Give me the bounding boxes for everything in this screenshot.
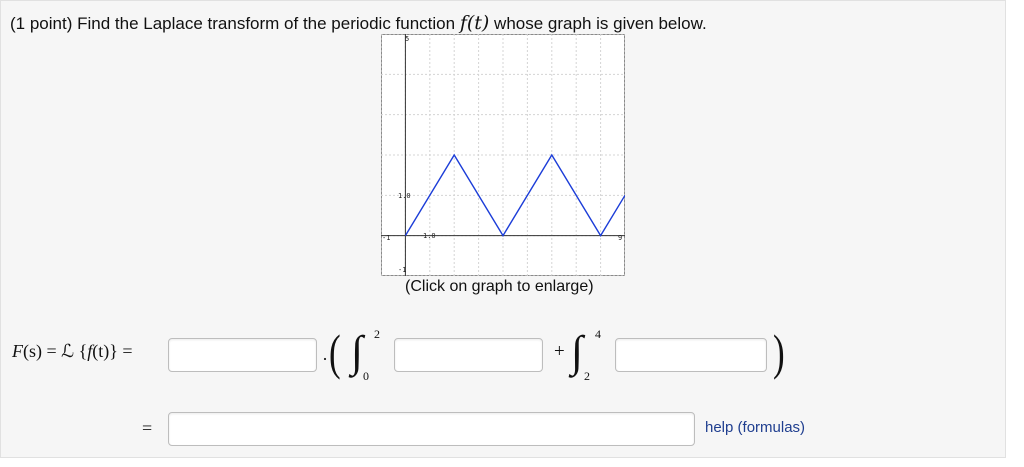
- laplace-symbol: ℒ: [61, 341, 75, 361]
- brace-open: {: [74, 341, 88, 361]
- integral1-lower-limit: 0: [363, 369, 369, 383]
- multiply-dot: ·: [322, 349, 328, 369]
- brace-close: }: [109, 341, 118, 361]
- big-paren-close: ): [773, 324, 785, 380]
- integral-sign-2: ∫: [571, 327, 584, 376]
- equals-sign: =: [42, 341, 62, 361]
- equals-sign-row2: =: [142, 418, 153, 438]
- integral2-upper-limit: 4: [595, 327, 601, 341]
- points-label: (1 point): [10, 14, 73, 33]
- big-paren-open: (: [329, 324, 341, 380]
- x-right-label: 9: [618, 234, 622, 242]
- graph-enlarge-link[interactable]: 5 1.0 1.0 -1 9 -1: [381, 34, 625, 276]
- t-argument: (t): [92, 341, 110, 361]
- graph-caption: (Click on graph to enlarge): [405, 278, 594, 295]
- integral-sign-1: ∫: [351, 327, 364, 376]
- s-argument: (s): [23, 341, 42, 361]
- F-symbol: F: [12, 341, 23, 361]
- factor-input[interactable]: [168, 338, 317, 372]
- periodic-function-graph[interactable]: 5 1.0 1.0 -1 9 -1: [381, 34, 625, 276]
- prompt-text-before: Find the Laplace transform of the period…: [72, 14, 460, 33]
- result-input[interactable]: [168, 412, 695, 446]
- y-top-label: 5: [405, 35, 409, 43]
- y-bottom-label: -1: [398, 266, 406, 274]
- integral1-upper-limit: 2: [374, 327, 380, 341]
- y-one-label: 1.0: [398, 192, 411, 200]
- equals-sign-2: =: [117, 341, 133, 361]
- integrand2-input[interactable]: [615, 338, 767, 372]
- integral2-lower-limit: 2: [584, 369, 590, 383]
- function-symbol: f(t): [459, 12, 490, 34]
- prompt-text-after: whose graph is given below.: [489, 14, 707, 33]
- plus-sign: +: [554, 341, 565, 362]
- problem-statement: (1 point) Find the Laplace transform of …: [10, 12, 707, 34]
- help-formulas-link[interactable]: help (formulas): [705, 419, 805, 436]
- laplace-expression-label: F(s) = ℒ {f(t)} =: [12, 341, 133, 362]
- integrand1-input[interactable]: [394, 338, 543, 372]
- problem-panel: (1 point) Find the Laplace transform of …: [0, 0, 1006, 458]
- x-left-label: -1: [382, 234, 390, 242]
- x-one-label: 1.0: [423, 232, 436, 240]
